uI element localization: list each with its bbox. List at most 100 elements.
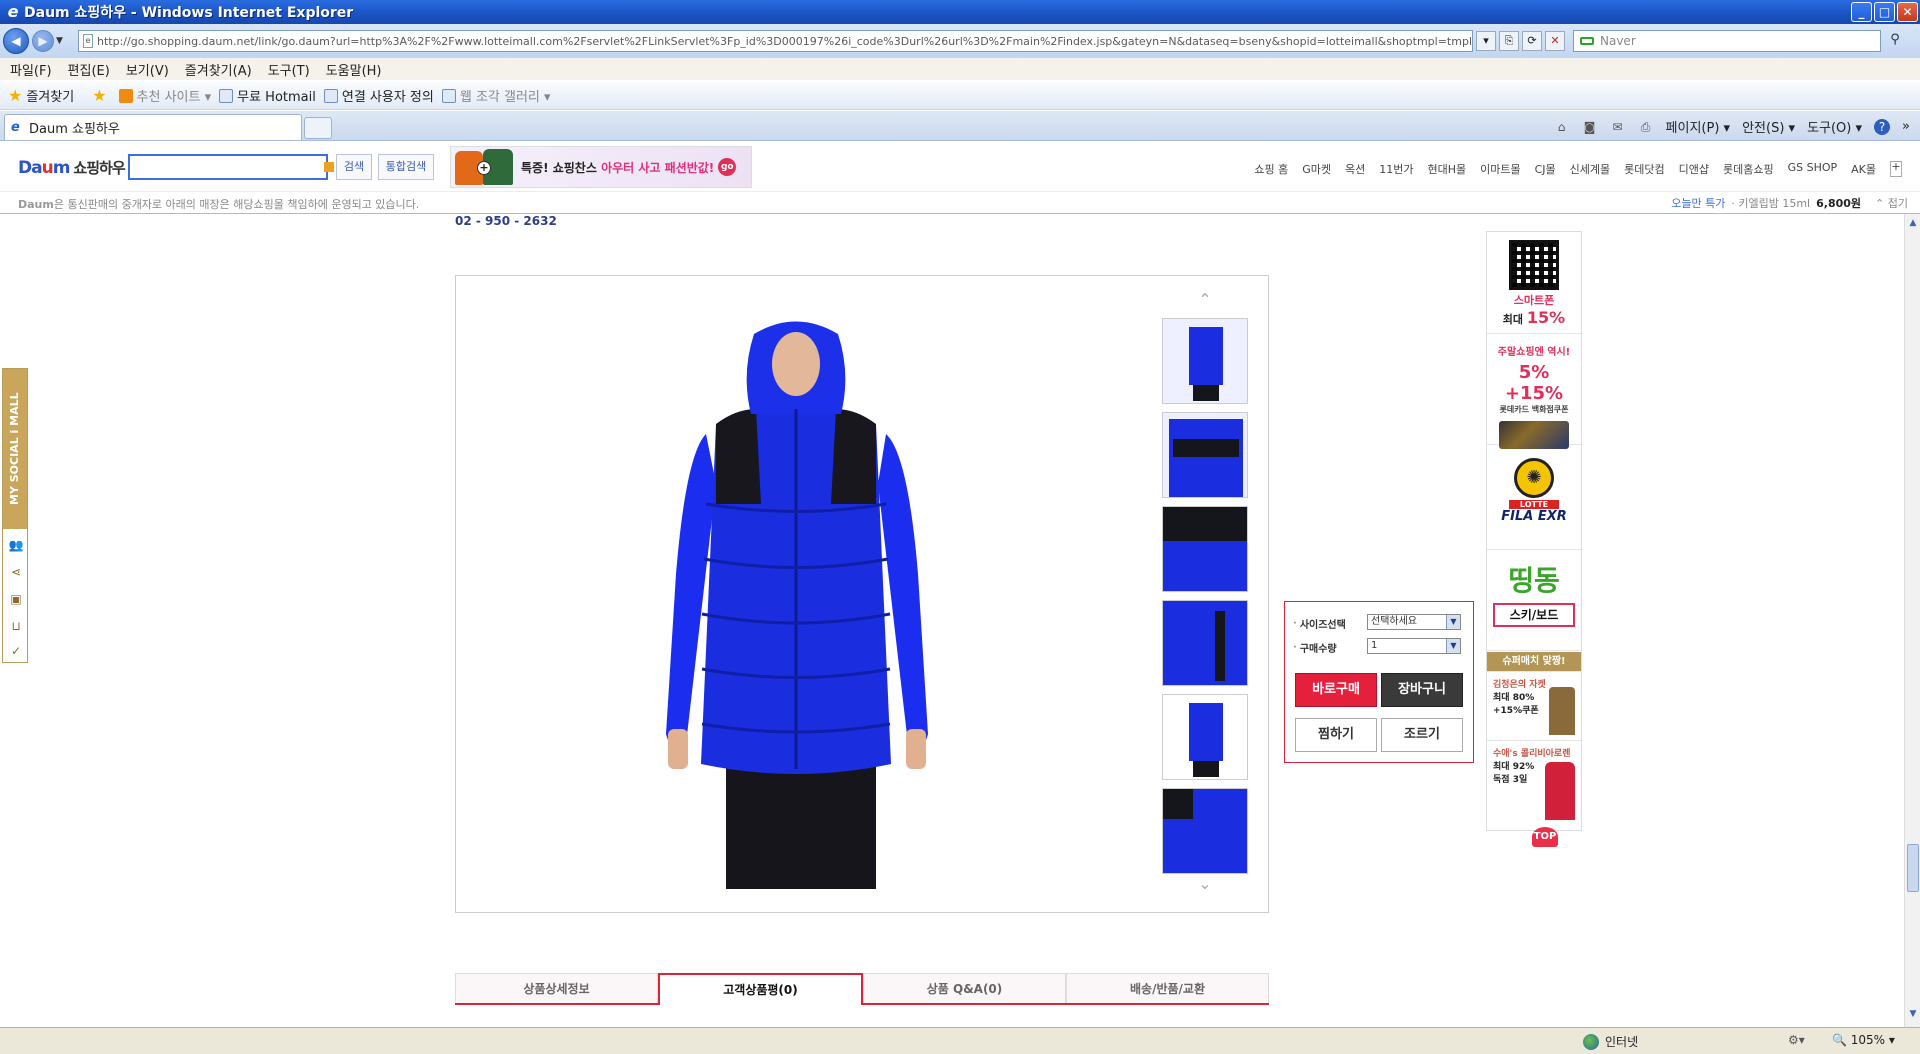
thumbnail-up-icon[interactable]: ⌃ — [1162, 290, 1248, 310]
share-icon[interactable]: ⋖ — [8, 564, 24, 580]
mall-link[interactable]: G마켓 — [1302, 161, 1331, 177]
rail-smartphone[interactable]: 스마트폰 최대 15% — [1487, 232, 1581, 334]
mall-link[interactable]: 디앤샵 — [1679, 161, 1709, 177]
tab-product-qna[interactable]: 상품 Q&A(0) — [863, 973, 1066, 1003]
size-select[interactable]: 선택하세요 ▼ — [1367, 614, 1461, 630]
promo-banner[interactable]: + 특증! 쇼핑찬스 아우터 사고 패션반값! go — [450, 146, 752, 188]
mall-link[interactable]: 현대H몰 — [1427, 161, 1466, 177]
tab-product-detail[interactable]: 상품상세정보 — [455, 973, 658, 1003]
forward-button[interactable]: ▶ — [32, 30, 54, 52]
menu-file[interactable]: 파일(F) — [10, 60, 52, 79]
mall-link[interactable]: 이마트몰 — [1480, 161, 1520, 177]
people-icon[interactable]: 👥 — [8, 537, 24, 553]
rail-fila[interactable]: ✺ LOTTE FILA EXR — [1487, 446, 1581, 550]
scroll-up-icon[interactable]: ▲ — [1907, 218, 1919, 232]
address-field[interactable]: e http://go.shopping.daum.net/link/go.da… — [78, 30, 1473, 52]
ski-board-button[interactable]: 스키/보드 — [1493, 603, 1575, 627]
minimize-button[interactable]: _ — [1851, 2, 1872, 22]
thumbnail-down-icon[interactable]: ⌄ — [1162, 874, 1248, 894]
tab-shipping-returns[interactable]: 배송/반품/교환 — [1066, 973, 1269, 1003]
mall-link[interactable]: 쇼핑 홈 — [1254, 161, 1288, 177]
print-icon[interactable]: ⎙ — [1638, 119, 1654, 135]
menu-edit[interactable]: 편집(E) — [68, 60, 110, 79]
stop-icon[interactable]: ✕ — [1545, 31, 1565, 51]
ask-gift-button[interactable]: 조르기 — [1381, 718, 1463, 752]
fav-web-slice-gallery[interactable]: 웹 조각 갤러리 ▾ — [441, 86, 551, 105]
notice-body: 은 통신판매의 중개자로 아래의 매장은 해당쇼핑몰 책임하에 운영되고 있습니… — [53, 198, 420, 211]
mall-link[interactable]: 11번가 — [1379, 161, 1413, 177]
check-icon[interactable]: ✓ — [8, 643, 24, 659]
fav-suggested-sites[interactable]: 추천 사이트 ▾ — [118, 86, 212, 105]
add-favorite-button[interactable]: ★ — [92, 86, 110, 105]
home-icon[interactable]: ⌂ — [1554, 119, 1570, 135]
today-deal-label[interactable]: 오늘만 특가 — [1671, 195, 1725, 211]
scroll-top-button[interactable]: TOP — [1532, 827, 1558, 847]
rail-kim-jacket[interactable]: 김정은의 자켓 최대 80% +15%쿠폰 — [1487, 673, 1581, 741]
mall-link[interactable]: 롯데홈쇼핑 — [1723, 161, 1774, 177]
tab-strip: e Daum 쇼핑하우 ⌂ ◙ ✉ ⎙ 페이지(P) ▾ 안전(S) ▾ 도구(… — [0, 111, 1920, 141]
mall-nav-more-icon[interactable]: + — [1890, 161, 1902, 177]
daum-search-input[interactable] — [128, 154, 334, 180]
daum-search-button[interactable]: 검색 — [336, 154, 372, 180]
protected-mode-icon[interactable]: ⚙▾ — [1788, 1033, 1805, 1047]
close-button[interactable]: ✕ — [1897, 2, 1918, 22]
cart-icon[interactable]: ⊔ — [8, 618, 24, 634]
thumbnail[interactable] — [1162, 788, 1248, 874]
scrollbar-thumb[interactable] — [1907, 844, 1919, 892]
social-panel-label[interactable]: MY SOCIAL i MALL — [3, 369, 27, 529]
cmd-tools[interactable]: 도구(O) ▾ — [1807, 117, 1862, 136]
fav-suggested-label: 추천 사이트 ▾ — [136, 90, 212, 105]
mall-link[interactable]: CJ몰 — [1535, 161, 1556, 177]
rail-ttingdong[interactable]: 띵동 스키/보드 — [1487, 551, 1581, 651]
mall-link[interactable]: GS SHOP — [1788, 161, 1838, 177]
rail-super-match[interactable]: 슈퍼매치 맞짱! — [1487, 652, 1581, 672]
zoom-control[interactable]: 🔍 105% ▾ — [1832, 1033, 1895, 1047]
help-icon[interactable]: ? — [1874, 118, 1891, 135]
rail-weekend-offer[interactable]: 주말쇼핑엔 역시! 5% +15% 롯데카드 백화점쿠폰 — [1487, 335, 1581, 449]
mall-link[interactable]: 신세계몰 — [1570, 161, 1610, 177]
maximize-button[interactable]: □ — [1874, 2, 1895, 22]
buy-now-button[interactable]: 바로구매 — [1295, 673, 1377, 707]
fav-customize-links[interactable]: 연결 사용자 정의 — [323, 86, 434, 105]
thumbnail[interactable] — [1162, 412, 1248, 498]
address-dropdown-icon[interactable]: ▾ — [1476, 31, 1496, 51]
vertical-scrollbar[interactable]: ▲ ▼ — [1904, 214, 1920, 1027]
fold-button[interactable]: ⌃ 접기 — [1875, 195, 1908, 211]
back-button[interactable]: ◀ — [3, 28, 29, 54]
tab-daum-shopping[interactable]: e Daum 쇼핑하우 — [4, 114, 302, 140]
web-search-field[interactable]: Naver — [1573, 30, 1881, 52]
tab-customer-reviews[interactable]: 고객상품평(0) — [658, 973, 863, 1005]
cmd-more[interactable]: » — [1902, 119, 1910, 134]
integrated-search-button[interactable]: 통합검색 — [378, 154, 434, 180]
menu-view[interactable]: 보기(V) — [126, 60, 169, 79]
mail-icon[interactable]: ✉ — [1610, 119, 1626, 135]
new-tab-button[interactable] — [304, 117, 332, 139]
thumbnail[interactable] — [1162, 600, 1248, 686]
scroll-down-icon[interactable]: ▼ — [1907, 1009, 1919, 1023]
thumbnail[interactable] — [1162, 694, 1248, 780]
refresh-icon[interactable]: ⟳ — [1522, 31, 1542, 51]
feeds-icon[interactable]: ◙ — [1582, 119, 1598, 135]
mall-link[interactable]: AK몰 — [1851, 161, 1876, 177]
gift-icon[interactable]: ▣ — [8, 591, 24, 607]
menu-favorites[interactable]: 즐겨찾기(A) — [185, 60, 252, 79]
mall-link[interactable]: 롯데닷컴 — [1624, 161, 1664, 177]
today-deal-item[interactable]: · 키엘립밤 15ml — [1731, 195, 1810, 211]
recent-pages-dropdown-icon[interactable]: ▼ — [56, 36, 68, 46]
add-to-cart-button[interactable]: 장바구니 — [1381, 673, 1463, 707]
qty-select[interactable]: 1 ▼ — [1367, 638, 1461, 654]
menu-tools[interactable]: 도구(T) — [268, 60, 310, 79]
thumbnail[interactable] — [1162, 318, 1248, 404]
menu-help[interactable]: 도움말(H) — [326, 60, 382, 79]
compatibility-view-icon[interactable]: ⎘ — [1499, 31, 1519, 51]
thumbnail[interactable] — [1162, 506, 1248, 592]
daum-shopping-logo[interactable]: Daum 쇼핑하우 — [18, 157, 126, 178]
search-icon[interactable]: ⚲ — [1883, 30, 1907, 52]
cmd-page[interactable]: 페이지(P) ▾ — [1666, 117, 1731, 136]
favorites-button[interactable]: ★ 즐겨찾기 — [8, 86, 74, 105]
cmd-safety[interactable]: 안전(S) ▾ — [1742, 117, 1795, 136]
fav-hotmail[interactable]: 무료 Hotmail — [219, 86, 316, 105]
wishlist-button[interactable]: 찜하기 — [1295, 718, 1377, 752]
rail-suhae[interactable]: 수애's 콜리비아로렌 최대 92% 독점 3일 — [1487, 742, 1581, 832]
mall-link[interactable]: 옥션 — [1345, 161, 1365, 177]
